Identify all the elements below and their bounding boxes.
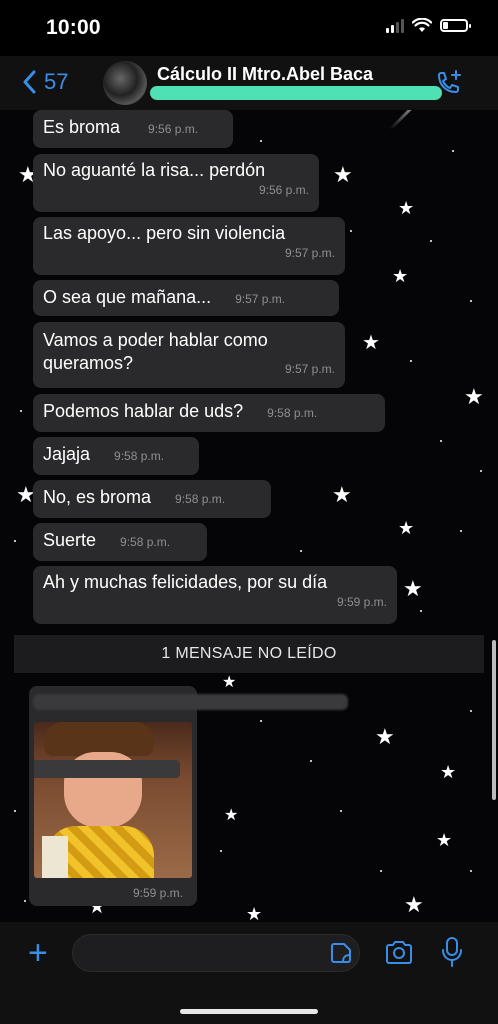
star-icon: ★ xyxy=(222,674,237,691)
scrollbar[interactable] xyxy=(492,640,496,800)
message-bubble[interactable]: Jajaja 9:58 p.m. xyxy=(33,437,199,475)
star-dot xyxy=(380,870,382,872)
message-time: 9:58 p.m. xyxy=(267,406,318,420)
message-time: 9:58 p.m. xyxy=(114,449,165,463)
chat-title[interactable]: Cálculo II Mtro.Abel Baca xyxy=(157,64,373,85)
message-time: 9:58 p.m. xyxy=(175,492,226,506)
star-dot xyxy=(310,760,312,762)
message-text: Suerte xyxy=(43,530,97,550)
message-time: 9:59 p.m. xyxy=(336,595,387,609)
star-dot xyxy=(340,810,342,812)
message-bubble[interactable]: Es broma 9:56 p.m. xyxy=(33,110,233,148)
star-dot xyxy=(430,240,432,242)
star-dot xyxy=(24,900,26,902)
star-icon: ★ xyxy=(440,762,457,782)
message-bubble[interactable]: Ah y muchas felicidades, por su día 9:59… xyxy=(33,566,397,624)
message-text: Las apoyo... pero sin violencia xyxy=(43,223,286,243)
star-dot xyxy=(440,440,442,442)
unread-count: 57 xyxy=(44,69,69,94)
add-call-icon[interactable] xyxy=(434,70,464,98)
star-icon: ★ xyxy=(392,266,409,286)
star-icon: ★ xyxy=(398,518,415,538)
star-icon: ★ xyxy=(464,384,484,409)
signal-icon xyxy=(386,18,404,33)
message-bubble[interactable]: No, es broma 9:58 p.m. xyxy=(33,480,271,518)
star-icon: ★ xyxy=(362,332,380,354)
star-dot xyxy=(260,140,262,142)
star-icon: ★ xyxy=(246,904,263,922)
attach-plus-icon[interactable]: + xyxy=(28,936,48,970)
star-dot xyxy=(470,870,472,872)
message-bubble[interactable]: Las apoyo... pero sin violencia 9:57 p.m… xyxy=(33,217,345,275)
message-text: Podemos hablar de uds? xyxy=(43,401,244,421)
star-icon: ★ xyxy=(224,807,239,824)
face-redaction xyxy=(34,760,180,778)
photo-thumbnail[interactable] xyxy=(34,722,192,878)
message-text: Ah y muchas felicidades, por su día xyxy=(43,572,328,592)
star-icon: ★ xyxy=(333,162,353,187)
camera-icon[interactable] xyxy=(384,938,414,968)
message-time: 9:56 p.m. xyxy=(148,122,199,136)
star-dot xyxy=(14,810,16,812)
star-dot xyxy=(470,300,472,302)
chat-header: 57 Cálculo II Mtro.Abel Baca xyxy=(0,56,498,110)
star-dot xyxy=(480,470,482,472)
message-bubble[interactable]: No aguanté la risa... perdón 9:56 p.m. xyxy=(33,154,319,212)
clock: 10:00 xyxy=(46,16,101,39)
image-message[interactable]: 9:59 p.m. xyxy=(29,686,348,906)
star-dot xyxy=(220,850,222,852)
message-text: No, es broma xyxy=(43,487,152,507)
vest-shape xyxy=(42,836,68,878)
message-bubble[interactable]: Suerte 9:58 p.m. xyxy=(33,523,207,561)
message-time: 9:59 p.m. xyxy=(132,886,183,900)
star-icon: ★ xyxy=(404,892,424,917)
message-time: 9:57 p.m. xyxy=(235,292,286,306)
star-dot xyxy=(260,720,262,722)
chat-background: ★ ★ ★ ★ ★ ★ ★ ★ ★ ★ ★ ★ ★ ★ ★ ★ ★ ★ Es b… xyxy=(0,110,498,922)
message-composer: + xyxy=(0,922,498,1024)
message-input[interactable] xyxy=(72,934,360,972)
star-dot xyxy=(350,230,352,232)
message-time: 9:56 p.m. xyxy=(258,183,309,197)
redaction-mark xyxy=(150,86,442,100)
star-dot xyxy=(452,150,454,152)
star-icon: ★ xyxy=(332,482,352,507)
star-dot xyxy=(460,530,462,532)
unread-divider: 1 MENSAJE NO LEÍDO xyxy=(14,635,484,673)
status-icons xyxy=(386,18,471,33)
message-time: 9:58 p.m. xyxy=(120,535,171,549)
message-text: Vamos a poder hablar como queramos? xyxy=(43,330,268,373)
home-indicator[interactable] xyxy=(180,1009,318,1014)
sticker-icon[interactable] xyxy=(330,942,352,964)
star-icon: ★ xyxy=(403,576,423,601)
sender-redaction xyxy=(33,694,348,710)
star-dot xyxy=(420,610,422,612)
star-dot xyxy=(20,410,22,412)
battery-icon xyxy=(440,19,471,32)
group-avatar[interactable] xyxy=(103,61,147,105)
wifi-icon xyxy=(412,18,432,32)
message-time: 9:57 p.m. xyxy=(284,246,335,260)
star-icon: ★ xyxy=(436,830,453,850)
message-text: O sea que mañana... xyxy=(43,287,212,307)
message-text: Jajaja xyxy=(43,444,91,464)
message-text: No aguanté la risa... perdón xyxy=(43,160,266,180)
hat-shape xyxy=(44,722,154,756)
star-dot xyxy=(300,550,302,552)
star-dot xyxy=(470,710,472,712)
back-button[interactable]: 57 xyxy=(22,69,68,95)
message-time: 9:57 p.m. xyxy=(284,362,335,376)
message-bubble[interactable]: Podemos hablar de uds? 9:58 p.m. xyxy=(33,394,385,432)
star-icon: ★ xyxy=(375,724,395,749)
status-bar: 10:00 xyxy=(0,0,498,56)
shooting-star xyxy=(388,110,434,131)
message-text: Es broma xyxy=(43,117,121,137)
star-icon: ★ xyxy=(398,198,415,218)
microphone-icon[interactable] xyxy=(440,936,464,968)
star-dot xyxy=(410,360,412,362)
star-dot xyxy=(14,540,16,542)
message-bubble[interactable]: O sea que mañana... 9:57 p.m. xyxy=(33,280,339,316)
chevron-left-icon xyxy=(23,70,36,94)
message-bubble[interactable]: Vamos a poder hablar como queramos? 9:57… xyxy=(33,322,345,388)
